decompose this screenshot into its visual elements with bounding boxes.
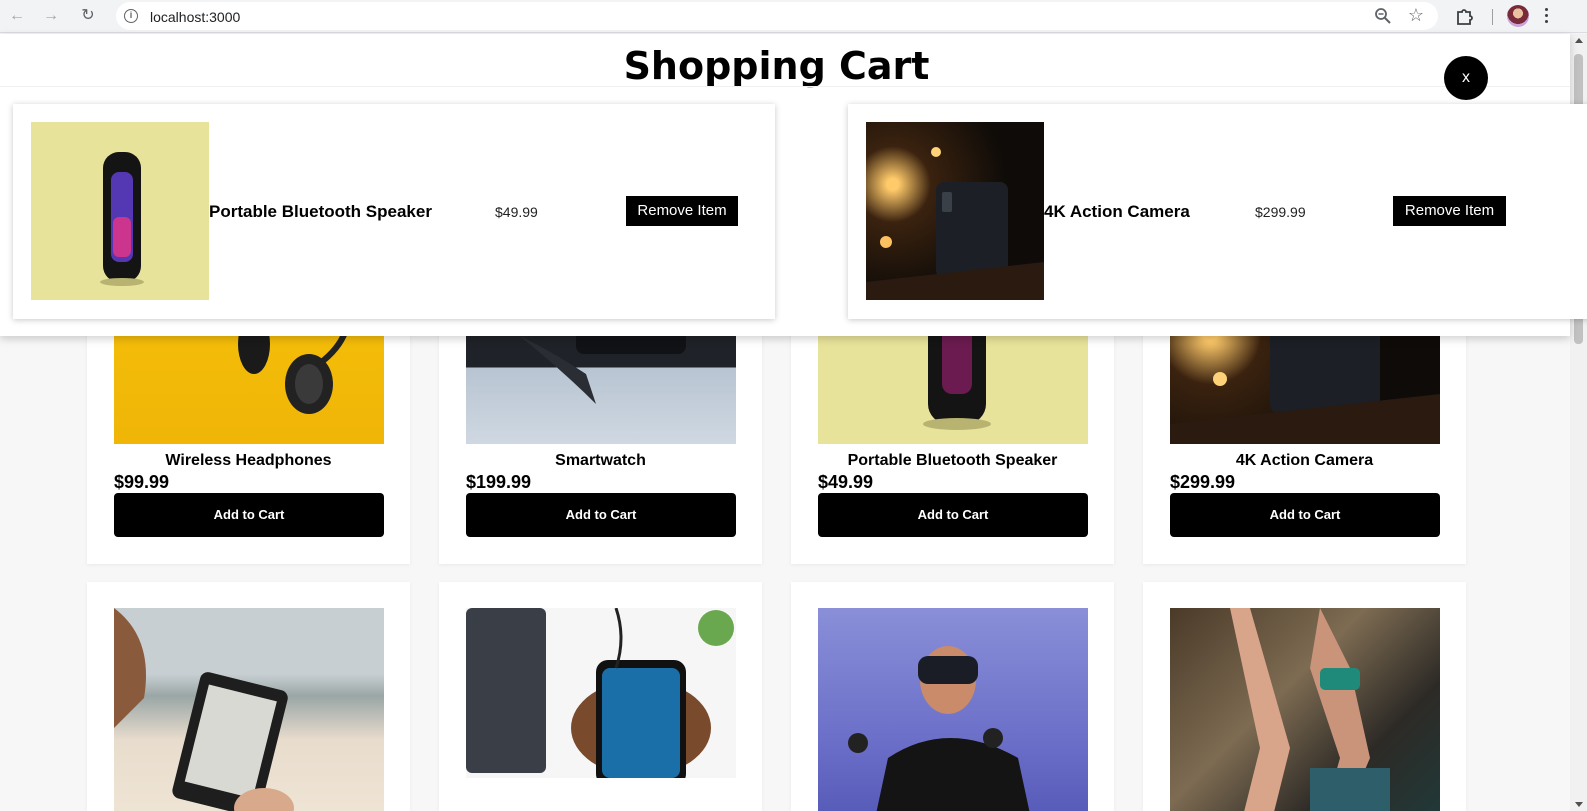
- wireless-charger-image: [466, 608, 736, 778]
- browser-toolbar: ← → ↻ i localhost:3000 ☆: [0, 0, 1587, 33]
- product-price: $199.99: [466, 472, 532, 492]
- extensions-icon[interactable]: [1454, 5, 1476, 27]
- profile-avatar[interactable]: [1507, 5, 1529, 27]
- product-name: Smartwatch: [555, 452, 646, 469]
- address-bar[interactable]: i localhost:3000 ☆: [116, 2, 1438, 30]
- remove-item-button[interactable]: Remove Item: [626, 196, 738, 226]
- forward-arrow-icon[interactable]: →: [40, 5, 62, 27]
- cart-item-price: $49.99: [495, 204, 538, 220]
- bookmark-star-icon[interactable]: ☆: [1408, 5, 1424, 26]
- fitness-tracker-image: [1170, 608, 1440, 811]
- cart-panel: Shopping Cart x Portable Bluetooth Speak…: [0, 34, 1587, 336]
- add-to-cart-button[interactable]: Add to Cart: [818, 493, 1088, 537]
- add-to-cart-button[interactable]: Add to Cart: [466, 493, 736, 537]
- cart-item-name: 4K Action Camera: [1044, 202, 1190, 221]
- product-price: $49.99: [818, 472, 874, 492]
- ereader-image: [114, 608, 384, 811]
- cart-item: Portable Bluetooth Speaker $49.99 Remove…: [13, 104, 775, 319]
- back-arrow-icon[interactable]: ←: [6, 5, 28, 27]
- cart-title: Shopping Cart: [623, 44, 930, 88]
- scroll-down-icon[interactable]: [1575, 802, 1583, 807]
- product-price: $99.99: [114, 472, 170, 492]
- product-card: [791, 582, 1114, 811]
- product-name: Wireless Headphones: [165, 452, 332, 469]
- remove-item-button[interactable]: Remove Item: [1393, 196, 1506, 226]
- product-card: [1143, 582, 1466, 811]
- close-cart-button[interactable]: x: [1444, 56, 1488, 100]
- add-to-cart-button[interactable]: Add to Cart: [114, 493, 384, 537]
- product-card: [439, 582, 762, 811]
- cart-item-price: $299.99: [1255, 204, 1306, 220]
- camera-image: [866, 122, 1044, 300]
- product-price: $299.99: [1170, 472, 1236, 492]
- vr-headset-image: [818, 608, 1088, 811]
- speaker-image: [31, 122, 209, 300]
- product-name: Portable Bluetooth Speaker: [847, 452, 1058, 469]
- product-card: [87, 582, 410, 811]
- scroll-up-icon[interactable]: [1575, 38, 1583, 43]
- browser-menu-icon[interactable]: [1545, 6, 1549, 26]
- toolbar-divider: [1492, 9, 1493, 25]
- zoom-icon[interactable]: [1374, 7, 1392, 25]
- product-name: 4K Action Camera: [1235, 452, 1374, 469]
- url-text[interactable]: localhost:3000: [150, 9, 240, 25]
- add-to-cart-button[interactable]: Add to Cart: [1170, 493, 1440, 537]
- cart-item-name: Portable Bluetooth Speaker: [209, 202, 432, 221]
- cart-item: 4K Action Camera $299.99 Remove Item: [848, 104, 1587, 319]
- site-info-icon[interactable]: i: [124, 9, 138, 23]
- cart-title-divider: [0, 86, 1570, 87]
- reload-icon[interactable]: ↻: [77, 5, 99, 27]
